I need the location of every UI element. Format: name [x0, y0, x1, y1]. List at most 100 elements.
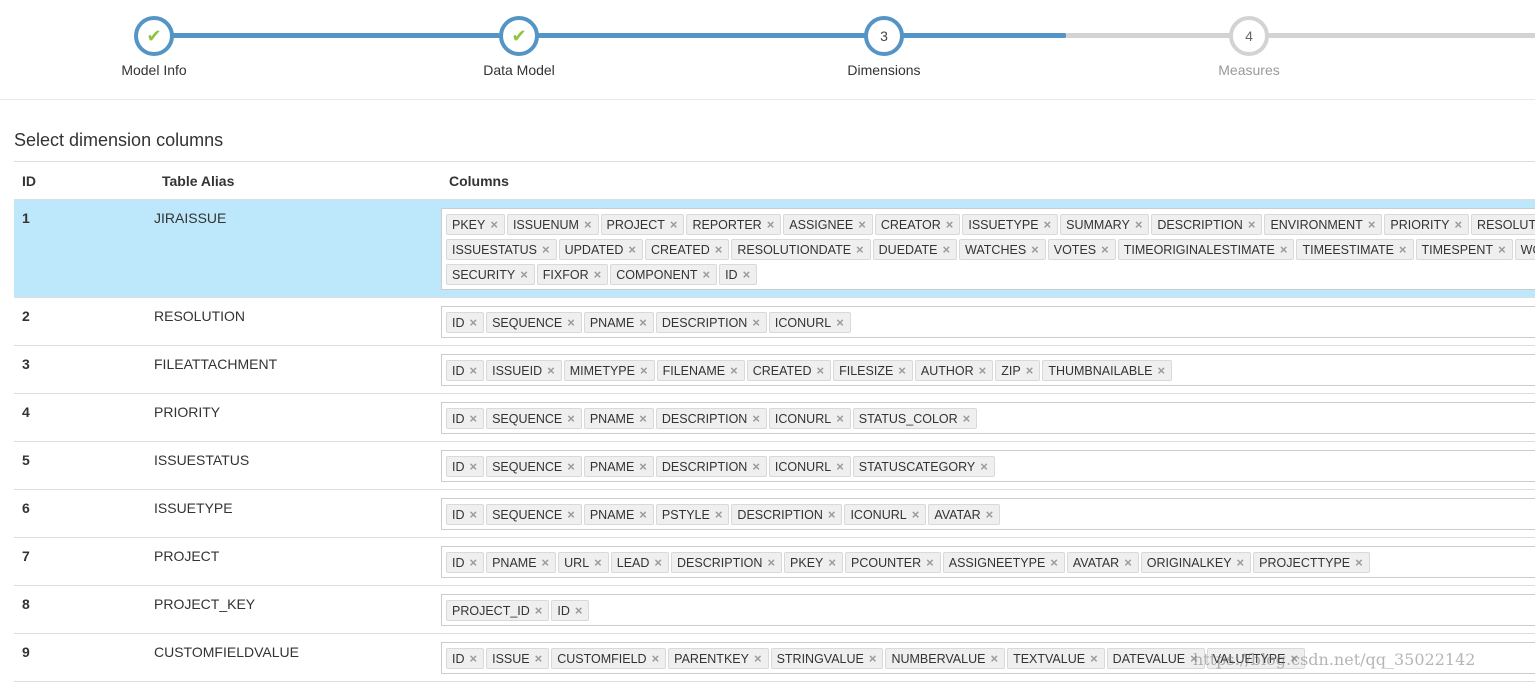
remove-tag-icon[interactable]: × [1355, 553, 1363, 572]
remove-tag-icon[interactable]: × [470, 409, 478, 428]
wizard-step-measures[interactable]: 4 Measures [1129, 16, 1369, 78]
wizard-step-data-model[interactable]: ✔ Data Model [399, 16, 639, 78]
remove-tag-icon[interactable]: × [828, 553, 836, 572]
remove-tag-icon[interactable]: × [470, 649, 478, 668]
remove-tag-icon[interactable]: × [767, 553, 775, 572]
columns-multiselect[interactable]: ID × SEQUENCE × PNAME × DESCRIPTION × ICONURL × [441, 306, 1535, 338]
remove-tag-icon[interactable]: × [1368, 215, 1376, 234]
remove-tag-icon[interactable]: × [817, 361, 825, 380]
remove-tag-icon[interactable]: × [1044, 215, 1052, 234]
remove-tag-icon[interactable]: × [535, 601, 543, 620]
remove-tag-icon[interactable]: × [639, 409, 647, 428]
remove-tag-icon[interactable]: × [1237, 553, 1245, 572]
remove-tag-icon[interactable]: × [986, 505, 994, 524]
remove-tag-icon[interactable]: × [926, 553, 934, 572]
remove-tag-icon[interactable]: × [652, 649, 660, 668]
remove-tag-icon[interactable]: × [567, 313, 575, 332]
remove-tag-icon[interactable]: × [752, 409, 760, 428]
remove-tag-icon[interactable]: × [639, 313, 647, 332]
table-row[interactable]: 1 JIRAISSUE PKEY × ISSUENUM × PROJECT × REPORTER… [14, 199, 1535, 298]
remove-tag-icon[interactable]: × [856, 240, 864, 259]
table-row[interactable]: 8 PROJECT_KEY PROJECT_ID × ID × [14, 585, 1535, 634]
remove-tag-icon[interactable]: × [1248, 215, 1256, 234]
remove-tag-icon[interactable]: × [1399, 240, 1407, 259]
columns-multiselect[interactable]: PROJECT_ID × ID × [441, 594, 1535, 626]
remove-tag-icon[interactable]: × [1280, 240, 1288, 259]
remove-tag-icon[interactable]: × [1498, 240, 1506, 259]
remove-tag-icon[interactable]: × [836, 313, 844, 332]
remove-tag-icon[interactable]: × [836, 457, 844, 476]
remove-tag-icon[interactable]: × [942, 240, 950, 259]
remove-tag-icon[interactable]: × [858, 215, 866, 234]
remove-tag-icon[interactable]: × [575, 601, 583, 620]
remove-tag-icon[interactable]: × [715, 240, 723, 259]
remove-tag-icon[interactable]: × [754, 649, 762, 668]
remove-tag-icon[interactable]: × [640, 361, 648, 380]
table-row[interactable]: 4 PRIORITY ID × SEQUENCE × PNAME × DESCRIPTION × I… [14, 393, 1535, 442]
table-row[interactable]: 6 ISSUETYPE ID × SEQUENCE × PNAME × PSTYLE × DESCR… [14, 489, 1535, 538]
remove-tag-icon[interactable]: × [1135, 215, 1143, 234]
wizard-step-model-info[interactable]: ✔ Model Info [34, 16, 274, 78]
remove-tag-icon[interactable]: × [628, 240, 636, 259]
remove-tag-icon[interactable]: × [584, 215, 592, 234]
remove-tag-icon[interactable]: × [980, 457, 988, 476]
remove-tag-icon[interactable]: × [752, 457, 760, 476]
columns-multiselect[interactable]: ID × SEQUENCE × PNAME × DESCRIPTION × ICONURL × ST… [441, 450, 1535, 482]
remove-tag-icon[interactable]: × [869, 649, 877, 668]
remove-tag-icon[interactable]: × [490, 215, 498, 234]
wizard-step-dimensions[interactable]: 3 Dimensions [764, 16, 1004, 78]
remove-tag-icon[interactable]: × [898, 361, 906, 380]
columns-multiselect[interactable]: ID × PNAME × URL × LEAD × DESCRIPTION × PKEY × PCOUN… [441, 546, 1535, 578]
remove-tag-icon[interactable]: × [990, 649, 998, 668]
remove-tag-icon[interactable]: × [730, 361, 738, 380]
columns-multiselect[interactable]: ID × ISSUEID × MIMETYPE × FILENAME × CREATED × FIL… [441, 354, 1535, 386]
step-label: Model Info [121, 62, 187, 78]
remove-tag-icon[interactable]: × [470, 457, 478, 476]
remove-tag-icon[interactable]: × [752, 313, 760, 332]
remove-tag-icon[interactable]: × [670, 215, 678, 234]
remove-tag-icon[interactable]: × [1031, 240, 1039, 259]
remove-tag-icon[interactable]: × [1050, 553, 1058, 572]
remove-tag-icon[interactable]: × [535, 649, 543, 668]
remove-tag-icon[interactable]: × [470, 505, 478, 524]
remove-tag-icon[interactable]: × [567, 505, 575, 524]
remove-tag-icon[interactable]: × [912, 505, 920, 524]
remove-tag-icon[interactable]: × [520, 265, 528, 284]
remove-tag-icon[interactable]: × [594, 553, 602, 572]
remove-tag-icon[interactable]: × [702, 265, 710, 284]
remove-tag-icon[interactable]: × [963, 409, 971, 428]
remove-tag-icon[interactable]: × [470, 553, 478, 572]
remove-tag-icon[interactable]: × [743, 265, 751, 284]
remove-tag-icon[interactable]: × [1090, 649, 1098, 668]
remove-tag-icon[interactable]: × [767, 215, 775, 234]
remove-tag-icon[interactable]: × [567, 409, 575, 428]
remove-tag-icon[interactable]: × [1026, 361, 1034, 380]
remove-tag-icon[interactable]: × [542, 553, 550, 572]
table-row[interactable]: 2 RESOLUTION ID × SEQUENCE × PNAME × DESCRIPTION… [14, 297, 1535, 346]
remove-tag-icon[interactable]: × [979, 361, 987, 380]
columns-multiselect[interactable]: ID × SEQUENCE × PNAME × DESCRIPTION × ICONURL × ST… [441, 402, 1535, 434]
remove-tag-icon[interactable]: × [836, 409, 844, 428]
remove-tag-icon[interactable]: × [1124, 553, 1132, 572]
remove-tag-icon[interactable]: × [594, 265, 602, 284]
remove-tag-icon[interactable]: × [547, 361, 555, 380]
remove-tag-icon[interactable]: × [470, 361, 478, 380]
remove-tag-icon[interactable]: × [715, 505, 723, 524]
remove-tag-icon[interactable]: × [946, 215, 954, 234]
remove-tag-icon[interactable]: × [567, 457, 575, 476]
remove-tag-icon[interactable]: × [654, 553, 662, 572]
remove-tag-icon[interactable]: × [1101, 240, 1109, 259]
remove-tag-icon[interactable]: × [1158, 361, 1166, 380]
remove-tag-icon[interactable]: × [542, 240, 550, 259]
columns-multiselect[interactable]: ID × SEQUENCE × PNAME × PSTYLE × DESCRIPTION × ICO… [441, 498, 1535, 530]
table-row[interactable]: 7 PROJECT ID × PNAME × URL × LEAD × DESCRIPTION × PK… [14, 537, 1535, 586]
remove-tag-icon[interactable]: × [470, 313, 478, 332]
table-row[interactable]: 3 FILEATTACHMENT ID × ISSUEID × MIMETYPE × FILEN… [14, 345, 1535, 394]
table-row[interactable]: 5 ISSUESTATUS ID × SEQUENCE × PNAME × DESCRIPTIO… [14, 441, 1535, 490]
remove-tag-icon[interactable]: × [639, 457, 647, 476]
remove-tag-icon[interactable]: × [639, 505, 647, 524]
columns-multiselect[interactable]: PKEY × ISSUENUM × PROJECT × REPORTER × ASSIGNEE ×… [441, 208, 1535, 290]
remove-tag-icon[interactable]: × [1454, 215, 1462, 234]
row-table-alias: FILEATTACHMENT [154, 345, 441, 394]
remove-tag-icon[interactable]: × [828, 505, 836, 524]
